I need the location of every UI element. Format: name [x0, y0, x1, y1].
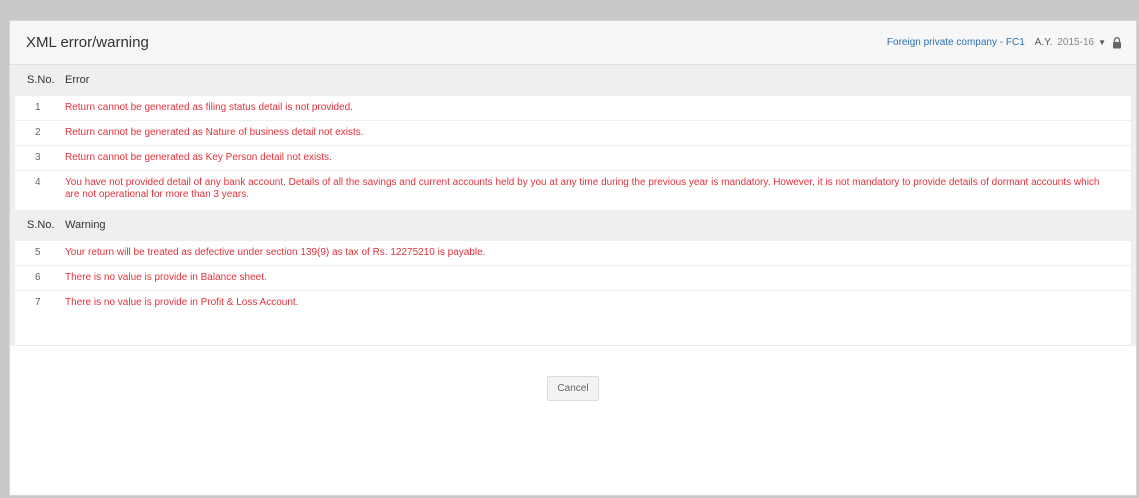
table-row: 7 There is no value is provide in Profit… [15, 290, 1131, 315]
table-row: 2 Return cannot be generated as Nature o… [15, 120, 1131, 145]
messages-panel: S.No. Error 1 Return cannot be generated… [10, 65, 1136, 346]
row-number: 3 [35, 152, 41, 163]
warning-message: Your return will be treated as defective… [65, 247, 486, 258]
dialog-header: XML error/warning Foreign private compan… [10, 21, 1136, 65]
error-message: Return cannot be generated as filing sta… [65, 102, 353, 113]
row-number: 2 [35, 127, 41, 138]
warning-list: 5 Your return will be treated as defecti… [15, 240, 1131, 346]
chevron-down-icon: ▼ [1098, 38, 1106, 47]
sno-column-header: S.No. [27, 219, 55, 231]
list-bottom-spacer [15, 315, 1131, 346]
row-number: 7 [35, 297, 41, 308]
warning-message: There is no value is provide in Balance … [65, 272, 267, 283]
warning-section-header: S.No. Warning [15, 210, 1131, 240]
error-list: 1 Return cannot be generated as filing s… [15, 95, 1131, 210]
error-message: You have not provided detail of any bank… [65, 177, 1100, 200]
row-number: 1 [35, 102, 41, 113]
cancel-button[interactable]: Cancel [547, 376, 599, 401]
ay-select[interactable]: 2015-16 ▼ [1057, 37, 1106, 48]
sno-column-header: S.No. [27, 74, 55, 86]
ay-label: A.Y. [1034, 37, 1053, 48]
error-section-header: S.No. Error [15, 65, 1131, 95]
dialog-title: XML error/warning [26, 34, 149, 51]
table-row: 4 You have not provided detail of any ba… [15, 170, 1131, 210]
dialog-footer: Cancel [10, 346, 1136, 401]
warning-column-header: Warning [65, 219, 106, 231]
xml-error-dialog: XML error/warning Foreign private compan… [9, 20, 1137, 496]
table-row: 6 There is no value is provide in Balanc… [15, 265, 1131, 290]
row-number: 6 [35, 272, 41, 283]
lock-icon[interactable] [1112, 36, 1122, 49]
error-message: Return cannot be generated as Nature of … [65, 127, 364, 138]
error-message: Return cannot be generated as Key Person… [65, 152, 332, 163]
ay-select-value: 2015-16 [1057, 37, 1095, 48]
row-number: 4 [35, 177, 41, 188]
row-number: 5 [35, 247, 41, 258]
error-column-header: Error [65, 74, 90, 86]
header-context: Foreign private company - FC1 A.Y. 2015-… [887, 36, 1122, 49]
warning-message: There is no value is provide in Profit &… [65, 297, 299, 308]
table-row: 5 Your return will be treated as defecti… [15, 240, 1131, 265]
company-link[interactable]: Foreign private company - FC1 [887, 37, 1025, 48]
table-row: 1 Return cannot be generated as filing s… [15, 95, 1131, 120]
table-row: 3 Return cannot be generated as Key Pers… [15, 145, 1131, 170]
